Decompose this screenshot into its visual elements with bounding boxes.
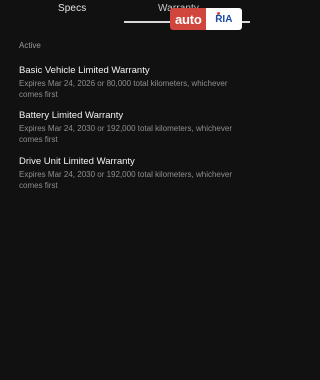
warranty-item: Drive Unit Limited Warranty Expires Mar … [19, 156, 244, 191]
warranty-title: Drive Unit Limited Warranty [19, 156, 135, 167]
watermark-auto-text: auto [170, 8, 206, 30]
warranty-item: Battery Limited Warranty Expires Mar 24,… [19, 110, 244, 145]
tab-specs[interactable]: Specs [58, 3, 86, 14]
warranty-title: Basic Vehicle Limited Warranty [19, 65, 150, 76]
watermark-ria-text: RIA [205, 8, 242, 30]
warranty-detail: Expires Mar 24, 2026 or 80,000 total kil… [19, 79, 228, 99]
auto-ria-watermark: auto RIA [170, 8, 242, 30]
warranty-item: Basic Vehicle Limited Warranty Expires M… [19, 65, 244, 100]
warranty-detail: Expires Mar 24, 2030 or 192,000 total ki… [19, 124, 232, 144]
watermark-ria-label: RIA [215, 13, 233, 25]
section-label-active: Active [19, 41, 41, 50]
warranty-title: Battery Limited Warranty [19, 110, 124, 121]
watermark-dot-icon [216, 12, 220, 15]
warranty-detail: Expires Mar 24, 2030 or 192,000 total ki… [19, 170, 232, 190]
